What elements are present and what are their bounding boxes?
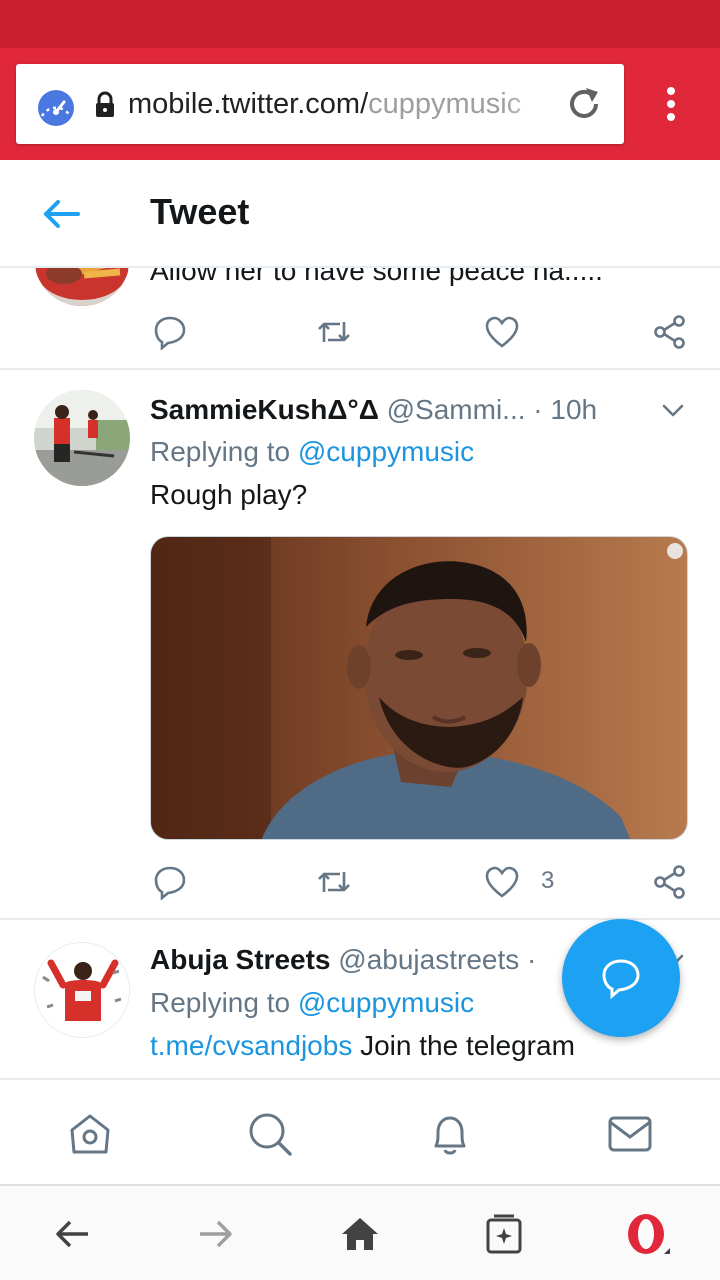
lock-icon [96,91,114,117]
opera-icon[interactable] [626,1212,670,1256]
home-icon[interactable] [338,1212,382,1256]
retweet-button[interactable] [316,860,352,904]
browser-nav-bar [0,1184,720,1280]
replying-prefix: Replying to [150,436,298,467]
reply-mention-link[interactable]: @cuppymusic [298,436,474,467]
reload-icon[interactable] [564,84,604,124]
chevron-down-icon[interactable] [658,396,688,426]
author-name[interactable]: Abuja Streets [150,944,331,975]
compose-reply-button[interactable] [562,919,680,1037]
heart-icon [485,316,519,348]
timestamp: 10h [550,394,598,425]
tab-bar [0,1078,720,1184]
replying-prefix: Replying to [150,987,298,1018]
reply-icon [154,316,186,351]
forward-icon[interactable] [194,1212,238,1256]
reply-icon [602,959,640,999]
tweet-text: Allow her to have some peace na..... [150,268,603,286]
url-text[interactable]: mobile.twitter.com/cuppymusic [128,86,556,122]
page-title: Tweet [150,191,250,232]
retweet-icon [318,322,350,342]
avatar[interactable] [34,390,130,486]
tweet-actions [150,310,690,354]
menu-icon[interactable] [656,84,686,124]
avatar[interactable] [34,268,130,306]
share-icon [654,315,685,349]
reply-button[interactable] [152,310,188,354]
author-name[interactable]: SammieKushΔ°Δ [150,394,379,425]
back-arrow-icon[interactable] [40,194,84,234]
mail-icon[interactable] [606,1110,654,1158]
tweet-link[interactable]: t.me/cvsandjobs [150,1030,352,1061]
url-path: cuppymusic [368,88,522,120]
tabs-icon[interactable] [482,1212,526,1256]
search-icon[interactable] [246,1110,294,1158]
separator: · [519,944,537,975]
speed-dial-icon[interactable] [36,86,76,126]
share-button[interactable] [652,310,688,354]
replying-to: Replying to @cuppymusic [150,985,474,1021]
reply-mention-link[interactable]: @cuppymusic [298,987,474,1018]
divider [0,368,720,370]
separator: · [525,394,551,425]
tweet-author-line: Abuja Streets @abujastreets · [150,942,536,978]
replying-to: Replying to @cuppymusic [150,434,474,470]
author-handle[interactable]: @Sammi... [387,394,526,425]
tweet-body: Join the telegram [352,1030,575,1061]
home-icon[interactable] [66,1110,114,1158]
url-fade [502,84,562,124]
reply-button[interactable] [152,860,188,904]
address-bar[interactable]: mobile.twitter.com/cuppymusic [16,64,624,144]
media-image [151,537,687,839]
tweet-text: Rough play? [150,479,308,510]
share-icon [654,865,685,899]
retweet-icon [318,872,350,892]
tweet-media[interactable] [150,536,688,840]
like-button[interactable] [484,860,520,904]
reply-icon [154,866,186,901]
like-button[interactable] [484,310,520,354]
tweet-actions: 3 [150,860,690,904]
author-handle[interactable]: @abujastreets [338,944,519,975]
avatar[interactable] [34,942,130,1038]
url-host: mobile.twitter.com/ [128,88,369,120]
like-count: 3 [541,867,555,894]
tweet-header: Tweet [0,160,720,268]
back-icon[interactable] [50,1212,94,1256]
bell-icon[interactable] [426,1110,474,1158]
retweet-button[interactable] [316,310,352,354]
tweet-text: t.me/cvsandjobs Join the telegram [150,1028,575,1064]
tweet-author-line: SammieKushΔ°Δ @Sammi... · 10h [150,392,597,428]
status-strip [0,0,720,48]
share-button[interactable] [652,860,688,904]
heart-icon [485,866,519,898]
